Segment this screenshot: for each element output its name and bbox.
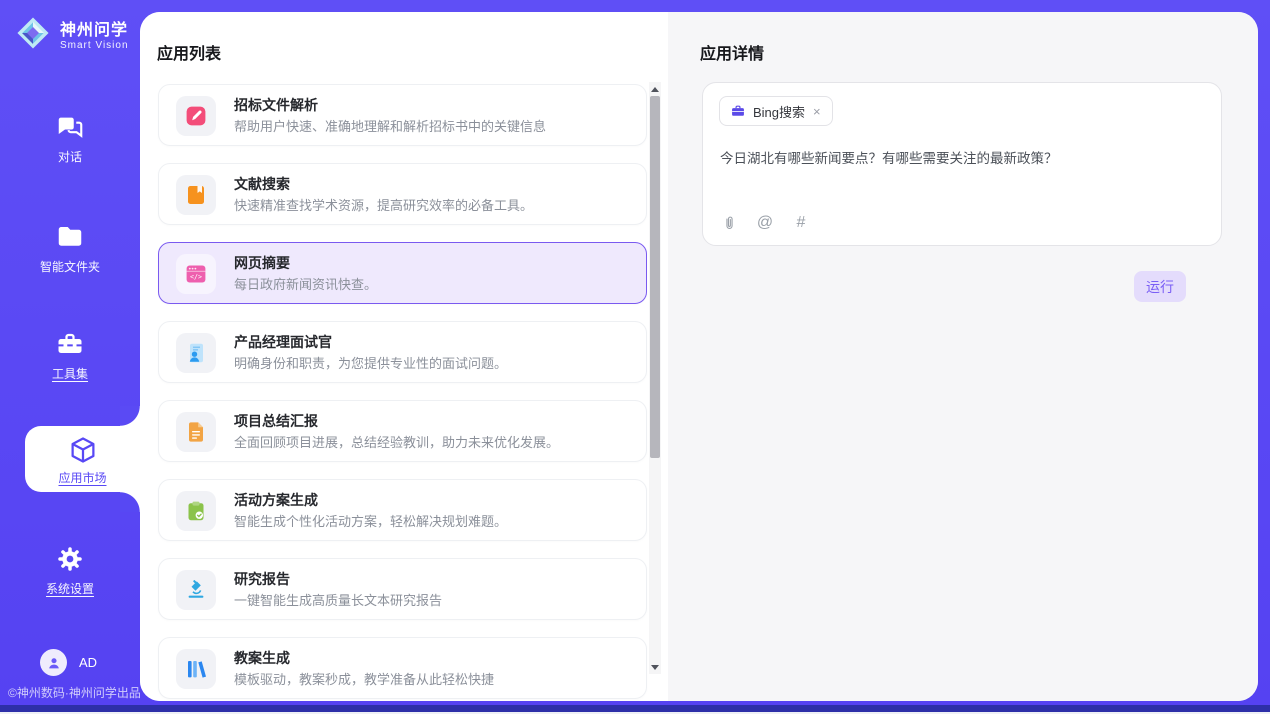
avatar xyxy=(40,649,67,676)
scroll-down-arrow-icon[interactable] xyxy=(649,661,661,673)
app-card-desc: 一键智能生成高质量长文本研究报告 xyxy=(234,590,442,609)
app-card-desc: 智能生成个性化活动方案，轻松解决规划难题。 xyxy=(234,511,507,530)
app-card-name: 项目总结汇报 xyxy=(234,411,318,431)
briefcase-icon xyxy=(730,103,746,119)
app-card-desc: 明确身份和职责，为您提供专业性的面试问题。 xyxy=(234,353,507,372)
app-card-pm-interviewer[interactable]: 产品经理面试官 明确身份和职责，为您提供专业性的面试问题。 xyxy=(158,321,647,383)
app-card-project-summary[interactable]: 项目总结汇报 全面回顾项目进展，总结经验教训，助力未来优化发展。 xyxy=(158,400,647,462)
sidebar-item-app-market[interactable]: 应用市场 xyxy=(25,426,140,492)
main-panel: 应用列表 招标文件解析 帮助用户快速、准确地理解和解析招标书中的关键信息 xyxy=(140,12,1258,701)
document-icon xyxy=(176,412,216,452)
hash-icon[interactable]: # xyxy=(792,214,810,232)
brand-name: 神州问学 xyxy=(60,16,129,40)
brand-logo-icon xyxy=(14,14,52,52)
gear-icon xyxy=(55,544,85,574)
brand-logo: 神州问学 Smart Vision xyxy=(14,14,129,52)
scroll-up-arrow-icon[interactable] xyxy=(649,83,661,95)
sidebar-item-label: 应用市场 xyxy=(58,471,106,485)
sidebar-item-label: 对话 xyxy=(58,150,82,164)
folder-icon xyxy=(55,222,85,252)
sidebar-item-label: 工具集 xyxy=(52,367,88,381)
app-card-name: 产品经理面试官 xyxy=(234,332,332,352)
sidebar-item-label: 智能文件夹 xyxy=(40,260,100,274)
brand-subtitle: Smart Vision xyxy=(60,40,129,51)
sidebar-item-chat[interactable]: 对话 xyxy=(0,112,140,166)
person-doc-icon xyxy=(176,333,216,373)
run-button[interactable]: 运行 xyxy=(1134,271,1186,302)
svg-text:</>: </> xyxy=(190,273,202,281)
app-card-name: 文献搜索 xyxy=(234,174,290,194)
copyright-text: ©神州数码·神州问学出品 xyxy=(8,684,141,701)
app-card-name: 招标文件解析 xyxy=(234,95,318,115)
book-icon xyxy=(176,175,216,215)
app-card-bid-parsing[interactable]: 招标文件解析 帮助用户快速、准确地理解和解析招标书中的关键信息 xyxy=(158,84,647,146)
composer-toolbar: @ # xyxy=(720,214,810,232)
app-card-desc: 帮助用户快速、准确地理解和解析招标书中的关键信息 xyxy=(234,116,546,135)
app-card-desc: 每日政府新闻资讯快查。 xyxy=(234,274,377,293)
tool-tag-bing-search[interactable]: Bing搜索 × xyxy=(719,96,833,126)
user-account[interactable]: AD xyxy=(40,649,97,676)
app-card-name: 网页摘要 xyxy=(234,253,290,273)
app-card-list: 招标文件解析 帮助用户快速、准确地理解和解析招标书中的关键信息 文献搜索 快速精… xyxy=(158,84,647,701)
list-scrollbar[interactable] xyxy=(649,82,661,674)
app-card-literature-search[interactable]: 文献搜索 快速精准查找学术资源，提高研究效率的必备工具。 xyxy=(158,163,647,225)
books-icon xyxy=(176,649,216,689)
app-card-event-plan[interactable]: 活动方案生成 智能生成个性化活动方案，轻松解决规划难题。 xyxy=(158,479,647,541)
app-detail-panel: 应用详情 Bing搜索 × 今日湖北有哪些新闻要点？有哪些需要关注的最新政策？ xyxy=(668,12,1258,701)
clipboard-check-icon xyxy=(176,491,216,531)
app-card-name: 研究报告 xyxy=(234,569,290,589)
sidebar-item-settings[interactable]: 系统设置 xyxy=(0,544,140,598)
tab-flare-top xyxy=(120,406,140,426)
chat-icon xyxy=(55,112,85,142)
person-icon xyxy=(45,654,63,672)
pen-square-icon xyxy=(176,96,216,136)
sidebar-item-label: 系统设置 xyxy=(46,582,94,596)
app-card-web-summary[interactable]: </> 网页摘要 每日政府新闻资讯快查。 xyxy=(158,242,647,304)
app-card-desc: 全面回顾项目进展，总结经验教训，助力未来优化发展。 xyxy=(234,432,559,451)
app-card-name: 教案生成 xyxy=(234,648,290,668)
toolbox-icon xyxy=(55,329,85,359)
sidebar: 神州问学 Smart Vision 对话 智能文件夹 xyxy=(0,0,140,714)
app-list-title: 应用列表 xyxy=(157,40,221,64)
scrollbar-thumb[interactable] xyxy=(650,96,660,458)
query-input[interactable]: 今日湖北有哪些新闻要点？有哪些需要关注的最新政策？ xyxy=(720,149,1205,169)
bottom-bar xyxy=(0,705,1270,712)
at-icon[interactable]: @ xyxy=(756,214,774,232)
app-card-desc: 模板驱动，教案秒成，教学准备从此轻松快捷 xyxy=(234,669,494,688)
user-name: AD xyxy=(79,655,97,670)
paperclip-icon[interactable] xyxy=(720,214,738,232)
sidebar-item-smart-folder[interactable]: 智能文件夹 xyxy=(0,222,140,276)
close-icon[interactable]: × xyxy=(812,104,822,119)
tab-flare-bottom xyxy=(120,492,140,512)
microscope-icon xyxy=(176,570,216,610)
app-card-desc: 快速精准查找学术资源，提高研究效率的必备工具。 xyxy=(234,195,533,214)
composer-card: Bing搜索 × 今日湖北有哪些新闻要点？有哪些需要关注的最新政策？ @ # xyxy=(702,82,1222,246)
cube-icon xyxy=(68,435,98,465)
app-card-lesson-plan[interactable]: 教案生成 模板驱动，教案秒成，教学准备从此轻松快捷 xyxy=(158,637,647,699)
sidebar-item-toolbox[interactable]: 工具集 xyxy=(0,329,140,383)
app-detail-title: 应用详情 xyxy=(700,40,764,64)
app-card-name: 活动方案生成 xyxy=(234,490,318,510)
browser-code-icon: </> xyxy=(176,254,216,294)
tool-tag-label: Bing搜索 xyxy=(753,102,805,121)
app-list-panel: 应用列表 招标文件解析 帮助用户快速、准确地理解和解析招标书中的关键信息 xyxy=(140,12,668,701)
app-card-research-report[interactable]: 研究报告 一键智能生成高质量长文本研究报告 xyxy=(158,558,647,620)
